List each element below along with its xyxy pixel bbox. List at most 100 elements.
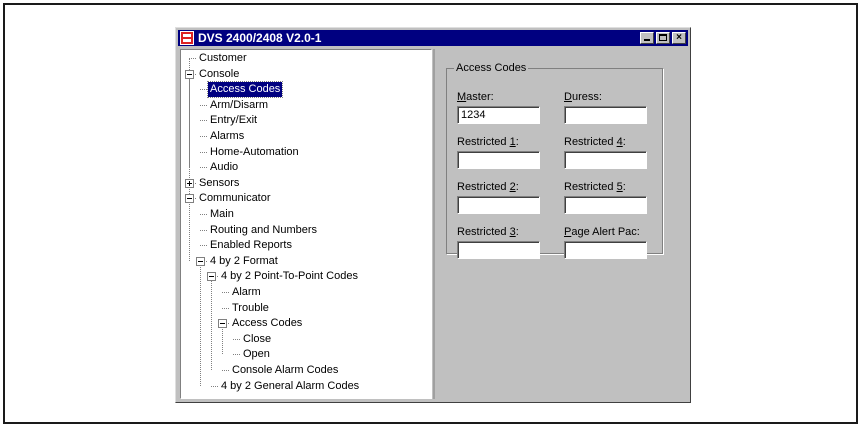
- tree-item-label: Open: [243, 348, 270, 361]
- tree-connector: [200, 104, 207, 106]
- tree-guide-line: [200, 264, 201, 386]
- close-button[interactable]: ×: [672, 32, 686, 44]
- restricted-1-label: Restricted 1:: [457, 136, 519, 148]
- tree-item-alarm[interactable]: Alarm: [230, 285, 263, 300]
- tree-connector: [222, 370, 229, 371]
- tree-connector: [200, 214, 207, 215]
- tree-item-label: Alarms: [210, 130, 245, 142]
- maximize-button[interactable]: [656, 32, 670, 44]
- tree-item-label: Entry/Exit: [210, 114, 258, 127]
- restricted-3-label: Restricted 3:: [457, 226, 519, 238]
- tree-item-sensors[interactable]: Sensors: [197, 176, 241, 191]
- access-codes-group: Access Codes Master: Duress: Restricted 1:…: [446, 61, 663, 259]
- navigation-tree-pane[interactable]: Customer Console Access Codes Arm/Disarm Ent…: [180, 49, 432, 399]
- tree-guide-line: [189, 58, 190, 199]
- restricted-1-input[interactable]: [457, 151, 540, 169]
- tree-item-4-by-2-format[interactable]: 4 by 2 Format: [208, 254, 280, 269]
- app-window: DVS 2400/2408 V2.0-1 × Customer Console Ac…: [175, 27, 691, 403]
- tree-item-label: Audio: [210, 161, 239, 174]
- tree-item-label: Sensors: [199, 176, 240, 189]
- tree-item-console[interactable]: Console: [197, 67, 241, 82]
- tree-item-label: 4 by 2 Point-To-Point Codes: [221, 270, 358, 283]
- title-bar[interactable]: DVS 2400/2408 V2.0-1 ×: [178, 30, 688, 46]
- restricted-2-input[interactable]: [457, 196, 540, 214]
- master-label: Master:: [457, 91, 494, 103]
- collapse-minus-icon[interactable]: [185, 69, 194, 79]
- minimize-icon: [644, 39, 650, 41]
- tree-item-customer[interactable]: Customer: [197, 51, 249, 66]
- tree-item-label: Routing and Numbers: [210, 223, 318, 236]
- tree-item-access-codes[interactable]: Access Codes: [206, 81, 284, 99]
- tree-connector: [200, 89, 207, 91]
- restricted-5-label: Restricted 5:: [564, 181, 626, 193]
- duress-input[interactable]: [564, 106, 647, 124]
- tree-item-open[interactable]: Open: [241, 347, 272, 362]
- tree-connector: [233, 354, 240, 356]
- maximize-icon: [659, 34, 667, 41]
- tree-item-enabled-reports[interactable]: Enabled Reports: [208, 238, 294, 253]
- restricted-5-input[interactable]: [564, 196, 647, 214]
- tree-guide-line: [189, 202, 190, 261]
- pane-splitter[interactable]: [433, 49, 435, 399]
- collapse-minus-icon[interactable]: [218, 319, 227, 329]
- tree-item-label: 4 by 2 General Alarm Codes: [221, 379, 360, 392]
- tree-connector: [200, 120, 207, 122]
- page-alert-pac-input[interactable]: [564, 241, 647, 259]
- tree-item-routing-and-numbers[interactable]: Routing and Numbers: [208, 223, 319, 238]
- tree-item-label: Main: [210, 208, 234, 220]
- restricted-2-label: Restricted 2:: [457, 181, 519, 193]
- page-alert-pac-label: Page Alert Pac:: [564, 226, 640, 238]
- tree-connector: [200, 136, 207, 137]
- tree-item-communicator[interactable]: Communicator: [197, 191, 273, 206]
- tree-item-audio[interactable]: Audio: [208, 160, 240, 175]
- restricted-3-input[interactable]: [457, 241, 540, 259]
- tree-item-main[interactable]: Main: [208, 207, 236, 222]
- tree-item-label: Trouble: [232, 301, 269, 314]
- restricted-4-input[interactable]: [564, 151, 647, 169]
- collapse-minus-icon[interactable]: [185, 194, 194, 204]
- close-icon: ×: [676, 32, 682, 43]
- tree-item-label: 4 by 2 Format: [210, 254, 278, 267]
- tree-item-4-by-2-general-alarm-codes[interactable]: 4 by 2 General Alarm Codes: [219, 379, 361, 394]
- tree-item-label: Console Alarm Codes: [232, 364, 339, 376]
- tree-item-close[interactable]: Close: [241, 332, 273, 347]
- tree-item-label: Arm/Disarm: [210, 98, 269, 111]
- collapse-minus-icon[interactable]: [196, 256, 205, 266]
- tree-item-label: Customer: [199, 52, 247, 64]
- tree-item-label: Console: [199, 67, 240, 80]
- tree-item-home-automation[interactable]: Home-Automation: [208, 145, 301, 160]
- tree-item-label: Enabled Reports: [210, 239, 292, 252]
- window-title: DVS 2400/2408 V2.0-1: [198, 31, 322, 45]
- tree-item-entry-exit[interactable]: Entry/Exit: [208, 113, 259, 128]
- tree-connector: [222, 307, 229, 309]
- tree-guide-line: [211, 280, 212, 370]
- tree-connector: [211, 385, 218, 387]
- tree-item-alarms[interactable]: Alarms: [208, 129, 246, 144]
- settings-pane: Access Codes Master: Duress: Restricted 1:…: [437, 49, 687, 399]
- minimize-button[interactable]: [640, 32, 654, 44]
- tree-item-label: Communicator: [199, 192, 271, 205]
- tree-connector: [189, 58, 196, 59]
- expand-plus-icon[interactable]: [185, 178, 194, 188]
- tree-connector: [222, 292, 229, 293]
- tree-guide-line: [222, 327, 223, 355]
- collapse-minus-icon[interactable]: [207, 272, 216, 282]
- duress-label: Duress:: [564, 91, 602, 103]
- tree-connector: [200, 229, 207, 231]
- tree-item-label: Close: [243, 332, 272, 345]
- tree-item-4-by-2-point-to-point-codes[interactable]: 4 by 2 Point-To-Point Codes: [219, 269, 360, 284]
- tree-item-arm-disarm[interactable]: Arm/Disarm: [208, 98, 270, 113]
- tree-item-label: Access Codes: [206, 81, 284, 99]
- tree-item-label: Home-Automation: [210, 145, 299, 158]
- tree-item-label: Access Codes: [232, 317, 303, 330]
- tree-item-trouble[interactable]: Trouble: [230, 301, 271, 316]
- group-title: Access Codes: [454, 61, 529, 75]
- app-icon[interactable]: [180, 31, 194, 45]
- tree-connector: [200, 167, 207, 169]
- master-input[interactable]: [457, 106, 540, 124]
- tree-connector: [200, 245, 207, 247]
- restricted-4-label: Restricted 4:: [564, 136, 626, 148]
- tree-item-console-alarm-codes[interactable]: Console Alarm Codes: [230, 363, 340, 378]
- tree-item-access-codes[interactable]: Access Codes: [230, 316, 304, 331]
- tree-connector: [200, 151, 207, 153]
